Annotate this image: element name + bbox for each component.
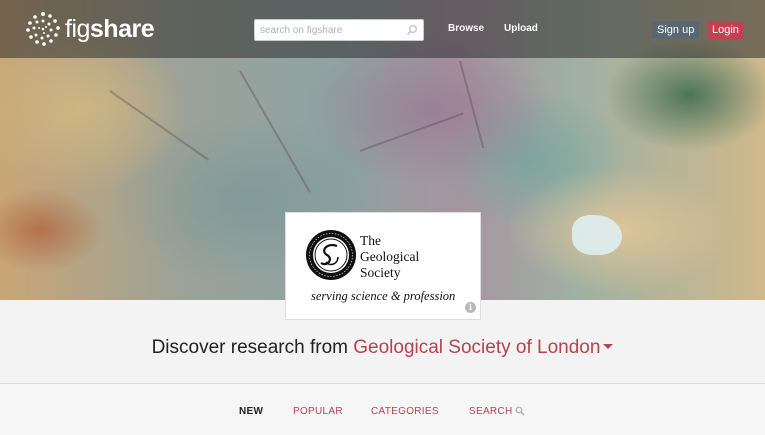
figshare-wordmark: figshare bbox=[65, 14, 155, 44]
content-tabs: NEW POPULAR CATEGORIES SEARCH bbox=[0, 384, 765, 435]
hero-ridge bbox=[459, 60, 485, 149]
hero-ridge bbox=[239, 70, 311, 193]
institution-name-line: The bbox=[360, 233, 381, 248]
hero-ridge bbox=[359, 112, 464, 152]
logo-text-share: share bbox=[89, 14, 155, 43]
search-icon[interactable] bbox=[406, 24, 418, 36]
site-search-box bbox=[254, 19, 424, 41]
top-navigation-bar: figshare Browse Upload Sign up Login bbox=[0, 0, 765, 58]
discover-heading: Discover research from Geological Societ… bbox=[0, 337, 765, 359]
search-icon bbox=[516, 406, 525, 416]
nav-browse-link[interactable]: Browse bbox=[448, 23, 484, 34]
info-icon[interactable]: i bbox=[465, 302, 476, 313]
institution-selector-link[interactable]: Geological Society of London bbox=[353, 337, 600, 358]
nav-upload-link[interactable]: Upload bbox=[504, 23, 538, 34]
tab-search-label: SEARCH bbox=[469, 406, 513, 417]
institution-name-line: Society bbox=[360, 265, 401, 280]
discover-prefix: Discover research from bbox=[151, 337, 354, 358]
logo-text-fig: fig bbox=[65, 14, 90, 43]
hero-ridge bbox=[109, 90, 209, 161]
institution-logo-card: The Geological Society serving science &… bbox=[285, 212, 481, 320]
tab-new[interactable]: NEW bbox=[239, 406, 263, 417]
login-button[interactable]: Login bbox=[708, 21, 743, 39]
tab-categories[interactable]: CATEGORIES bbox=[371, 406, 439, 417]
site-search-input[interactable] bbox=[255, 20, 400, 41]
institution-name-text: The Geological Society bbox=[360, 233, 419, 281]
figshare-dots-icon bbox=[26, 12, 60, 46]
tab-search[interactable]: SEARCH bbox=[469, 406, 525, 417]
institution-name-line: Geological bbox=[360, 249, 420, 264]
hero-lake-feature bbox=[572, 215, 622, 255]
figshare-logo[interactable]: figshare bbox=[24, 10, 155, 48]
chevron-down-icon[interactable] bbox=[603, 344, 614, 350]
geological-society-seal-icon bbox=[306, 230, 356, 280]
signup-button[interactable]: Sign up bbox=[652, 21, 700, 39]
tab-popular[interactable]: POPULAR bbox=[293, 406, 343, 417]
institution-tagline: serving science & profession bbox=[311, 289, 456, 303]
